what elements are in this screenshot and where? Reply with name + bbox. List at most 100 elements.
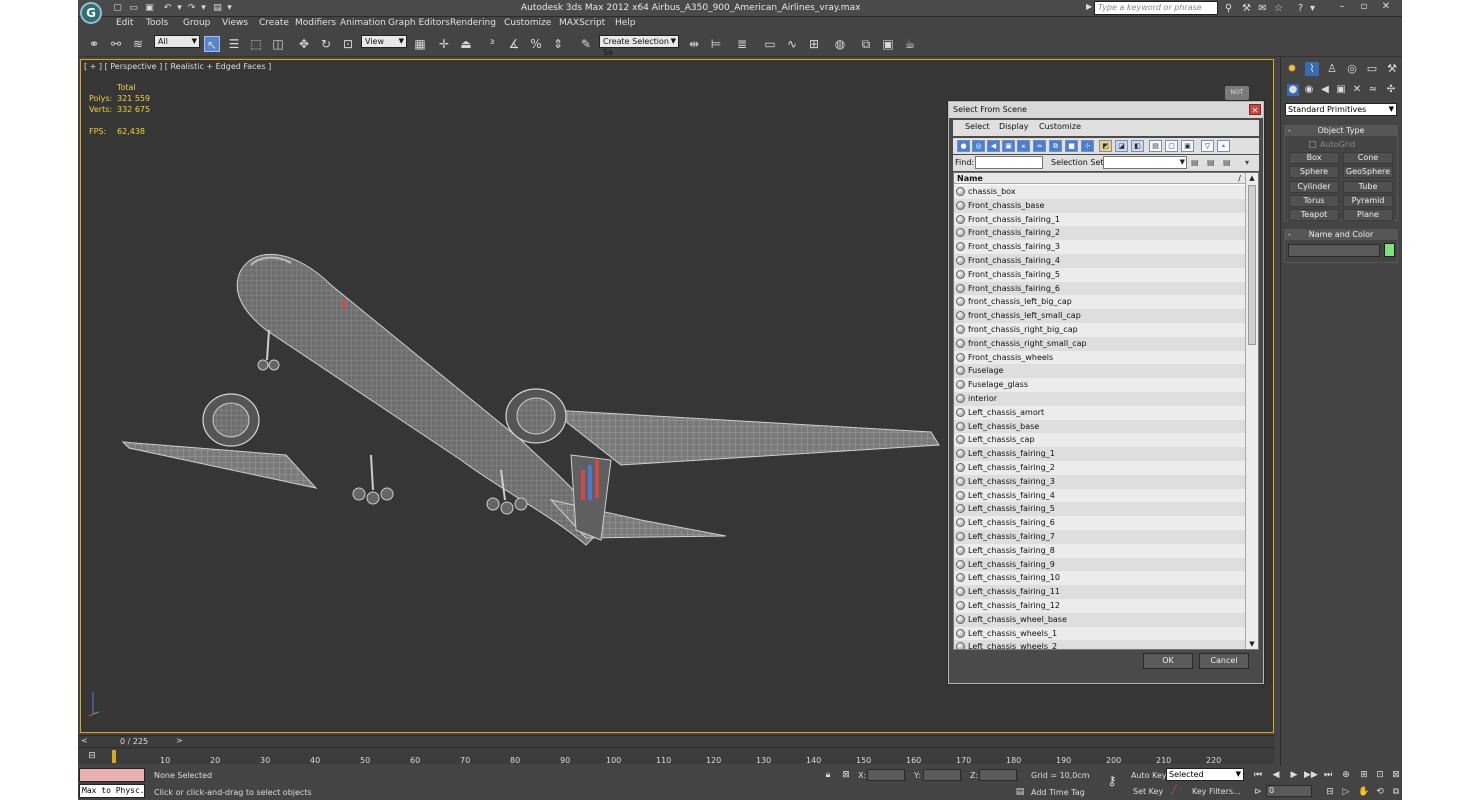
named-selection-dropdown[interactable]: Create Selection Se ▼ <box>599 35 679 57</box>
cylinder-button[interactable]: Cylinder <box>1289 181 1339 193</box>
open-file-icon[interactable]: ▭ <box>128 3 139 14</box>
scale-icon[interactable]: ⊡ <box>340 36 356 52</box>
display-xrefs-icon[interactable]: ■ <box>1065 140 1078 152</box>
set-key-button[interactable]: Set Key <box>1133 787 1163 796</box>
save-file-icon[interactable]: ▣ <box>144 3 155 14</box>
move-icon[interactable]: ✥ <box>296 36 312 52</box>
object-color-swatch[interactable] <box>1384 243 1395 257</box>
menu-help[interactable]: Help <box>615 18 636 28</box>
menu-graph-editors[interactable]: Graph Editors <box>388 18 450 28</box>
maximize-icon[interactable]: ▫ <box>1354 0 1374 14</box>
list-item[interactable]: Left_chassis_amort <box>954 405 1245 420</box>
rotate-icon[interactable]: ↻ <box>318 36 334 52</box>
subscription-icon[interactable]: ⚒ <box>1240 2 1253 15</box>
list-item[interactable]: interior <box>954 391 1245 406</box>
systems-icon[interactable]: ✣ <box>1385 84 1397 96</box>
create-tab-icon[interactable]: ✹ <box>1285 62 1299 76</box>
redo-icon[interactable]: ↷ <box>186 3 197 14</box>
select-by-name-icon[interactable]: ☰ <box>226 36 242 52</box>
menu-views[interactable]: Views <box>222 18 248 28</box>
list-item[interactable]: Left_chassis_wheels_2 <box>954 640 1245 649</box>
list-item[interactable]: Left_chassis_cap <box>954 433 1245 448</box>
menu-edit[interactable]: Edit <box>116 18 133 28</box>
menu-maxscript[interactable]: MAXScript <box>559 18 605 28</box>
display-invert-icon[interactable]: ◧ <box>1131 140 1144 152</box>
list-item[interactable]: Front_chassis_fairing_5 <box>954 267 1245 282</box>
align-icon[interactable]: ⊨ <box>708 36 724 52</box>
list-item[interactable]: Left_chassis_fairing_5 <box>954 502 1245 517</box>
geometry-category-dropdown[interactable]: Standard Primitives ▼ <box>1285 103 1397 116</box>
list-item[interactable]: Front_chassis_fairing_6 <box>954 281 1245 296</box>
list-item[interactable]: Left_chassis_base <box>954 419 1245 434</box>
mirror-icon[interactable]: ⇹ <box>686 36 702 52</box>
curve-editor-icon[interactable]: ∿ <box>784 36 800 52</box>
teapot-button[interactable]: Teapot <box>1289 209 1339 221</box>
render-setup-icon[interactable]: ⧉ <box>858 36 874 52</box>
time-slider[interactable]: < 0 / 225 > <box>78 735 1274 747</box>
filter-icon[interactable]: ▽ <box>1201 140 1214 152</box>
selection-filter-dropdown[interactable]: All ▼ <box>154 35 200 48</box>
time-slider-next-icon[interactable]: > <box>176 736 183 745</box>
display-space-warps-icon[interactable]: ≈ <box>1033 140 1046 152</box>
minimize-icon[interactable]: – <box>1332 0 1352 14</box>
menu-customize[interactable]: Customize <box>504 18 551 28</box>
expand-arrow-icon[interactable]: ▶ <box>1086 2 1092 11</box>
list-item[interactable]: Left_chassis_wheels_1 <box>954 626 1245 641</box>
unlink-icon[interactable]: ⚯ <box>108 36 124 52</box>
key-filters-button[interactable]: Key Filters... <box>1192 787 1241 796</box>
next-frame-icon[interactable]: ▶▶ <box>1304 769 1318 781</box>
close-icon[interactable]: ✕ <box>1376 0 1396 14</box>
y-coordinate-field[interactable] <box>923 769 961 781</box>
list-item[interactable]: Left_chassis_fairing_2 <box>954 460 1245 475</box>
cone-button[interactable]: Cone <box>1343 152 1393 164</box>
render-production-icon[interactable]: ☕ <box>902 36 918 52</box>
add-time-tag-button[interactable]: Add Time Tag <box>1031 788 1085 797</box>
pen-icon[interactable]: ╱ <box>1168 785 1180 797</box>
dialog-menu-display[interactable]: Display <box>999 122 1029 131</box>
bind-space-warp-icon[interactable]: ≋ <box>130 36 146 52</box>
graphite-ribbon-icon[interactable]: ▭ <box>762 36 778 52</box>
time-tag-icon[interactable]: ▤ <box>1014 786 1026 798</box>
object-name-field[interactable] <box>1288 244 1380 257</box>
torus-button[interactable]: Torus <box>1289 195 1339 207</box>
motion-tab-icon[interactable]: ◎ <box>1345 62 1359 76</box>
select-object-icon[interactable]: ↖ <box>204 36 220 52</box>
orbit-icon[interactable]: ⟲ <box>1374 786 1386 798</box>
snaps-toggle-icon[interactable]: ³ <box>484 36 500 52</box>
list-item[interactable]: Left_chassis_fairing_10 <box>954 571 1245 586</box>
list-item[interactable]: Front_chassis_base <box>954 198 1245 213</box>
ok-button[interactable]: OK <box>1143 653 1193 669</box>
menu-create[interactable]: Create <box>259 18 289 28</box>
object-type-title[interactable]: - Object Type <box>1285 126 1397 136</box>
expand-options-icon[interactable]: ▾ <box>1245 158 1249 167</box>
favorites-star-icon[interactable]: ☆ <box>1272 2 1285 15</box>
sphere-button[interactable]: Sphere <box>1289 166 1339 178</box>
pan-icon[interactable]: ✋ <box>1358 786 1370 798</box>
geosphere-button[interactable]: GeoSphere <box>1343 166 1393 178</box>
list-item[interactable]: Left_chassis_fairing_8 <box>954 543 1245 558</box>
list-item[interactable]: Left_chassis_wheel_base <box>954 612 1245 627</box>
key-icon[interactable]: ⚷ <box>1106 775 1118 788</box>
undo-dropdown-icon[interactable]: ▾ <box>174 3 185 14</box>
zoom-all-icon[interactable]: ⊞ <box>1358 769 1370 781</box>
select-and-link-icon[interactable]: ⚭ <box>86 36 102 52</box>
dialog-close-icon[interactable]: ✕ <box>1249 104 1261 115</box>
layer-manager-icon[interactable]: ≣ <box>734 36 750 52</box>
app-logo-icon[interactable]: G <box>80 2 102 24</box>
quick-access-dropdown-icon[interactable]: ▾ <box>224 3 235 14</box>
redo-dropdown-icon[interactable]: ▾ <box>198 3 209 14</box>
list-item[interactable]: Left_chassis_fairing_9 <box>954 557 1245 572</box>
time-configuration-icon[interactable]: ⊟ <box>1324 786 1336 798</box>
material-editor-icon[interactable]: ◍ <box>832 36 848 52</box>
zoom-extents-all-icon[interactable]: ⊠ <box>1390 769 1402 781</box>
box-button[interactable]: Box <box>1289 152 1339 164</box>
maximize-viewport-icon[interactable]: ⧉ <box>1390 786 1402 798</box>
project-folder-icon[interactable]: ▤ <box>212 3 223 14</box>
display-shapes-icon[interactable]: ◎ <box>972 140 985 152</box>
select-manipulate-icon[interactable]: ✛ <box>436 36 452 52</box>
undo-icon[interactable]: ↶ <box>162 3 173 14</box>
menu-modifiers[interactable]: Modifiers <box>295 18 336 28</box>
list-item[interactable]: Front_chassis_wheels <box>954 350 1245 365</box>
binoculars-icon[interactable]: ⚲ <box>1222 2 1235 15</box>
zoom-extents-icon[interactable]: ⊡ <box>1374 769 1386 781</box>
